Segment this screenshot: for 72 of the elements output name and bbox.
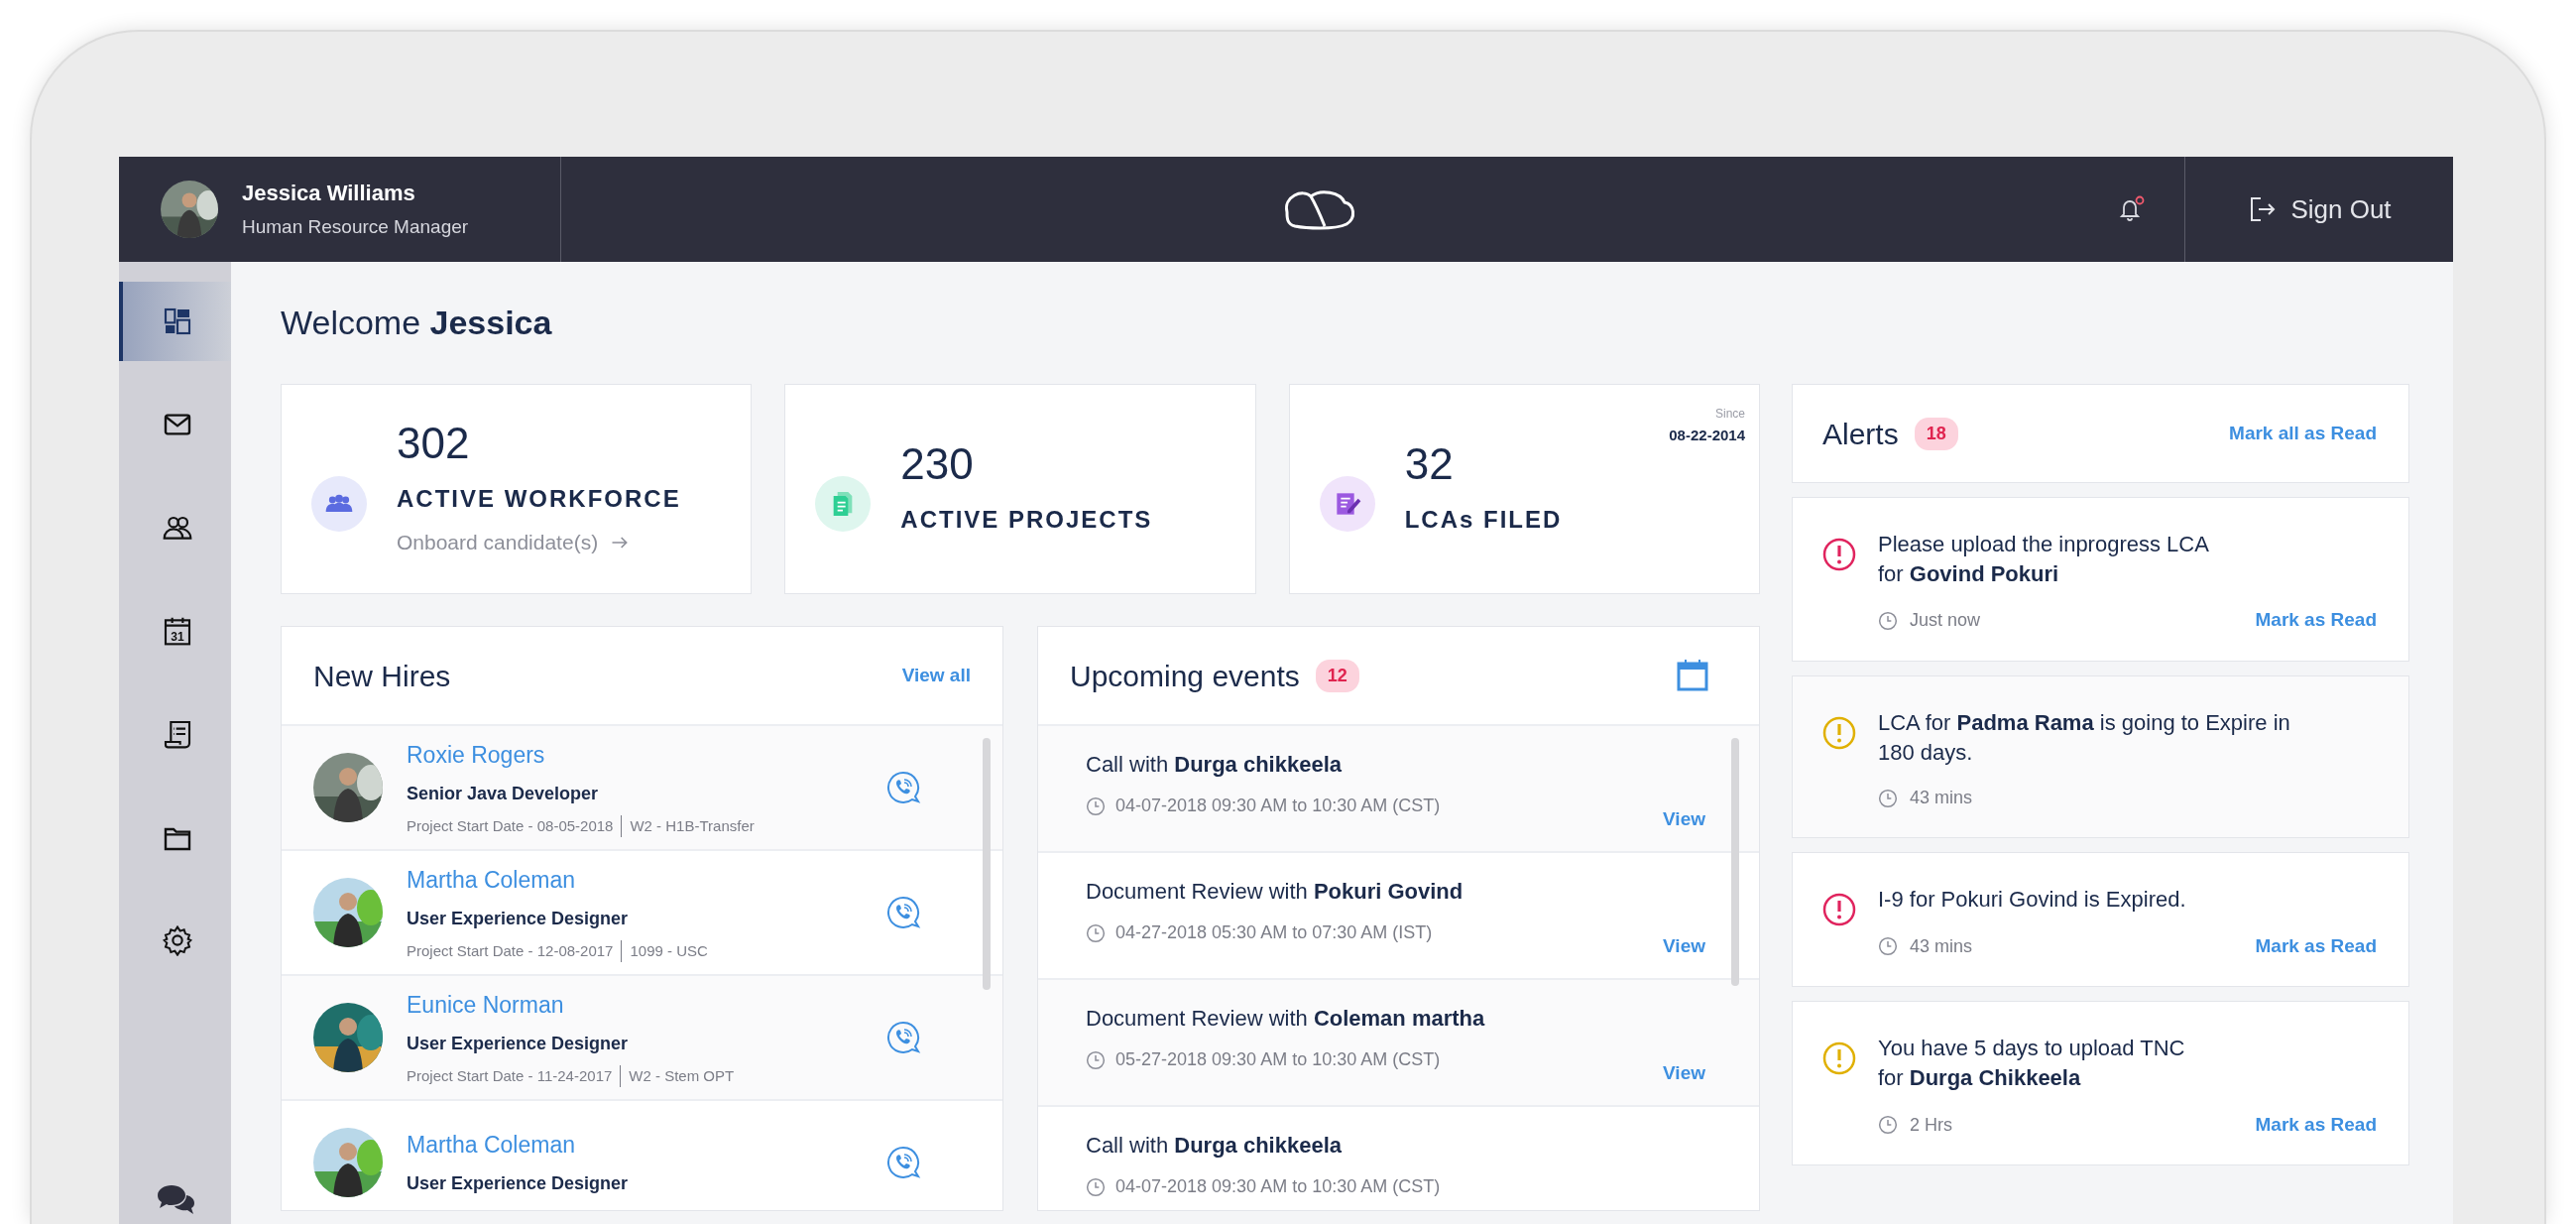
clock-icon [1086,922,1106,943]
clock-icon [1878,936,1898,957]
count-badge: 18 [1914,417,1958,450]
view-all-link[interactable]: View all [901,661,971,690]
stat-label: ACTIVE WORKFORCE [397,484,681,515]
event-title: Document Review with Pokuri Govind [1086,878,1464,906]
call-button[interactable] [885,1020,921,1055]
hire-start-date: Project Start Date - 11-24-2017 [407,1065,613,1086]
mark-as-read-link[interactable]: Mark as Read [2255,931,2377,961]
settings-icon [161,924,193,956]
alert-message: LCA for Padma Rama is going to Expire in 180 days. [1878,708,2291,767]
hire-start-date: Project Start Date - 12-08-2017 [407,940,614,961]
hire-name[interactable]: Martha Coleman [407,1128,576,1163]
view-link[interactable]: View [1663,932,1705,961]
stat-label: ACTIVE PROJECTS [900,505,1153,536]
mark-as-read-link[interactable]: Mark as Read [2255,1110,2377,1140]
alert-message: You have 5 days to upload TNC for Durga Chikkeela [1878,1035,2186,1093]
alert-message: Please upload the inprogress LCA for Govind Pokuri [1878,531,2210,588]
alert-time: 43 mins [1910,934,1973,958]
view-link[interactable]: View [1663,805,1705,834]
view-link[interactable]: View [1663,1059,1705,1088]
hire-visa: 1099 - USC [621,939,708,962]
onboard-link[interactable]: Onboard candidate(s) [397,527,631,558]
hire-name[interactable]: Martha Coleman [407,863,576,898]
mark-all-read-link[interactable]: Mark all as Read [2229,419,2377,448]
call-button[interactable] [885,895,921,930]
stat-label: LCAs FILED [1404,505,1563,536]
hire-role: User Experience Designer [407,1032,630,1055]
hire-visa: W2 - Stem OPT [620,1064,735,1087]
event-time: 05-27-2018 09:30 AM to 10:30 AM (CST) [1115,1048,1441,1071]
alert-time: 2 Hrs [1910,1113,1952,1137]
sidebar-item[interactable] [119,282,231,361]
call-button[interactable] [885,1145,921,1180]
stat-value: 230 [900,439,975,489]
calendar-button[interactable] [1676,658,1709,693]
welcome-heading: Welcome Jessica [281,303,553,343]
call-button[interactable] [885,770,921,805]
sidebar-item[interactable]: 31 [119,591,231,671]
clock-icon [1086,796,1106,816]
since-date: 08-22-2014 [1669,426,1745,445]
alert-time: Just now [1910,609,1981,633]
event-time: 04-07-2018 09:30 AM to 10:30 AM (CST) [1115,795,1441,817]
stat-value: 32 [1404,439,1455,489]
hire-name[interactable]: Roxie Rogers [407,738,545,773]
clock-icon [1086,1176,1106,1197]
alert-message: I-9 for Pokuri Govind is Expired. [1878,886,2187,915]
hire-name[interactable]: Eunice Norman [407,988,564,1023]
hire-role: User Experience Designer [407,907,630,930]
event-title: Document Review with Coleman martha [1086,1005,1486,1033]
event-time: 04-27-2018 05:30 AM to 07:30 AM (IST) [1115,921,1433,944]
count-badge: 12 [1315,659,1359,692]
event-title: Call with Durga chikkeela [1086,1132,1343,1160]
clock-icon [1086,1049,1106,1070]
since-label: Since [1713,406,1745,423]
user-name: Jessica Williams [242,180,416,208]
hire-start-date: Project Start Date - 08-05-2018 [407,815,614,836]
clock-icon [1878,610,1898,631]
alert-time: 43 mins [1910,787,1973,810]
hire-role: User Experience Designer [407,1171,629,1195]
mark-as-read-link[interactable]: Mark as Read [2255,606,2377,635]
sign-out-button[interactable]: Sign Out [2185,188,2453,230]
hire-role: Senior Java Developer [407,782,600,805]
clock-icon [1878,788,1898,808]
event-title: Call with Durga chikkeela [1086,751,1343,779]
clock-icon [1878,1115,1898,1136]
event-time: 04-07-2018 09:30 AM to 10:30 AM (CST) [1115,1175,1441,1198]
panel-title: New Hires [313,658,451,694]
panel-title: Upcoming events [1070,658,1300,694]
stat-value: 302 [397,420,471,468]
user-role: Human Resource Manager [242,215,469,240]
hire-visa: W2 - H1B-Transfer [621,814,755,837]
panel-title: Alerts [1822,416,1899,452]
